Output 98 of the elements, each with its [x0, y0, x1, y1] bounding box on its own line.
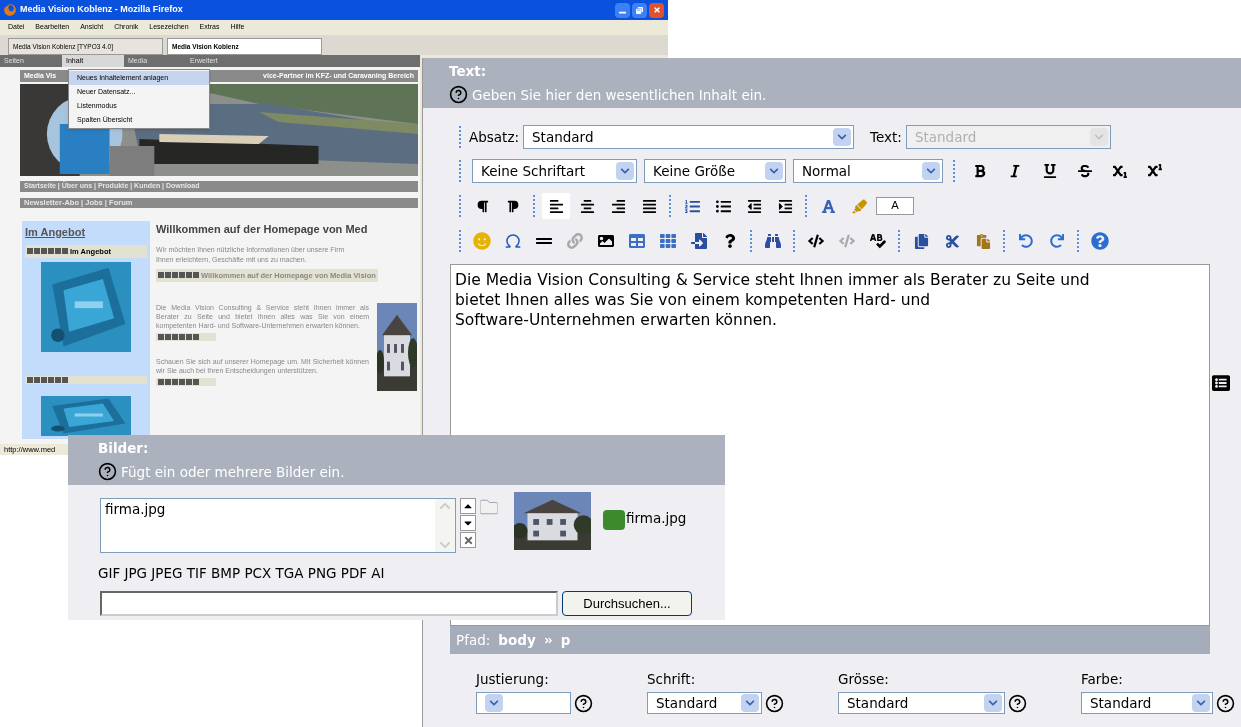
remove-button[interactable]	[460, 532, 476, 548]
table-icon	[629, 233, 645, 249]
sidebar-title[interactable]: Im Angebot	[25, 224, 147, 241]
path-label: Pfad:	[456, 630, 491, 650]
allowed-types: GIF JPG JPEG TIF BMP PCX TGA PNG PDF AI	[98, 564, 386, 583]
subscript-icon	[1113, 164, 1127, 178]
editor-text: Die Media Vision Consulting & Service steht Ihnen immer als Berater zu Seite und bietet Ihnen alles was Sie von einem kompetenten Hard- und Software-Unternehmen erwarten können.	[455, 270, 1091, 330]
file-list[interactable]: firma.jpg	[100, 498, 456, 553]
edit-icons-drawing[interactable]	[158, 272, 199, 279]
browser-logo-icon	[4, 4, 16, 16]
restore-button[interactable]	[632, 2, 647, 18]
close-icon	[652, 6, 661, 14]
align-center-icon	[579, 198, 595, 214]
paste-icon	[975, 233, 991, 249]
source-icon	[808, 233, 824, 249]
option-select[interactable]: Standard	[838, 692, 1005, 715]
image-icon	[598, 233, 614, 249]
file-item[interactable]: firma.jpg	[105, 499, 166, 520]
underline-icon	[1043, 164, 1057, 178]
help-icon[interactable]	[449, 85, 468, 105]
caret-icon	[1089, 128, 1108, 146]
caret-icon	[922, 162, 940, 180]
caret-icon	[984, 694, 1002, 713]
align-left-button[interactable]	[542, 193, 570, 219]
caret-icon	[616, 162, 634, 180]
help-icon[interactable]	[1008, 693, 1027, 713]
browse-button[interactable]: Durchsuchen...	[562, 591, 692, 617]
link-icon	[567, 233, 583, 249]
caret-icon	[833, 128, 852, 146]
smiley-icon	[473, 232, 491, 250]
rtl-icon	[506, 199, 520, 213]
help-icon	[1091, 232, 1109, 250]
field-label: Bilder:	[98, 439, 150, 459]
minimize-button[interactable]	[615, 2, 630, 18]
strikethrough-icon	[1078, 164, 1092, 178]
help-text: Geben Sie hier den wesentlichen Inhalt ein.	[472, 85, 767, 105]
align-left-icon	[548, 198, 564, 214]
thumbnail-caption: firma.jpg	[626, 509, 687, 528]
help-icon[interactable]	[765, 693, 784, 713]
help-icon[interactable]	[98, 462, 117, 482]
superscript-icon	[1148, 164, 1162, 178]
indent-icon	[777, 198, 793, 214]
spellcheck-icon	[870, 233, 886, 249]
find-icon	[765, 233, 781, 249]
caret-icon	[765, 162, 783, 180]
file-input[interactable]	[100, 591, 558, 617]
field-label: Farbe:	[1081, 670, 1124, 689]
field-label: Text:	[870, 127, 902, 147]
highlight-icon	[851, 198, 867, 214]
color-sample[interactable]: A	[876, 197, 914, 215]
ltr-icon	[475, 199, 489, 213]
option-select[interactable]: Standard	[647, 692, 762, 715]
bold-icon	[973, 164, 987, 178]
copy-icon	[913, 233, 929, 249]
font-select[interactable]: Keine Schriftart	[472, 159, 637, 183]
undo-icon	[1019, 234, 1033, 248]
format-select[interactable]: Normal	[793, 159, 943, 183]
font-color-icon	[820, 198, 836, 214]
italic-icon	[1008, 164, 1022, 178]
edit-icons-drawing[interactable]	[27, 248, 68, 255]
field-label: Grösse:	[838, 670, 890, 689]
help-text: Fügt ein oder mehrere Bilder ein.	[121, 462, 345, 482]
caret-icon	[485, 694, 503, 713]
move-down-button[interactable]	[460, 515, 476, 531]
align-right-icon	[610, 198, 626, 214]
help-icon[interactable]	[1216, 693, 1235, 713]
window-title: Media Vision Koblenz - Mozilla Firefox	[20, 3, 183, 17]
code-icon	[839, 233, 855, 249]
ordered-list-icon	[684, 198, 700, 214]
paragraph-select[interactable]: Standard	[523, 125, 855, 149]
edit-icons-drawing[interactable]	[158, 333, 199, 340]
field-label: Justierung:	[476, 670, 550, 689]
restore-icon	[636, 6, 643, 14]
field-label: Text:	[449, 62, 488, 82]
insert-icon	[691, 233, 707, 249]
help-box-icon	[723, 234, 737, 248]
close-icon	[462, 534, 474, 546]
field-label: Schrift:	[647, 670, 697, 689]
field-label: Absatz:	[469, 127, 520, 147]
cut-icon	[944, 233, 960, 249]
close-button[interactable]	[649, 2, 664, 18]
bullet-list-icon	[715, 198, 731, 214]
list-icon[interactable]	[1212, 374, 1230, 392]
page-heading: Willkommen auf der Homepage von Med	[156, 222, 368, 237]
caret-icon	[1192, 694, 1210, 713]
redo-icon	[1050, 234, 1064, 248]
option-select[interactable]: Standard	[1081, 692, 1213, 715]
align-justify-icon	[641, 198, 657, 214]
edit-icons-drawing[interactable]	[158, 378, 199, 385]
caret-icon	[741, 694, 759, 713]
size-select[interactable]: Keine Größe	[644, 159, 786, 183]
outdent-icon	[746, 198, 762, 214]
grid-icon	[660, 233, 676, 249]
move-up-button[interactable]	[460, 498, 476, 514]
edit-icons-drawing[interactable]	[27, 376, 68, 383]
separator-icon	[543, 635, 553, 645]
help-icon[interactable]	[574, 693, 593, 713]
omega-icon	[504, 232, 522, 250]
